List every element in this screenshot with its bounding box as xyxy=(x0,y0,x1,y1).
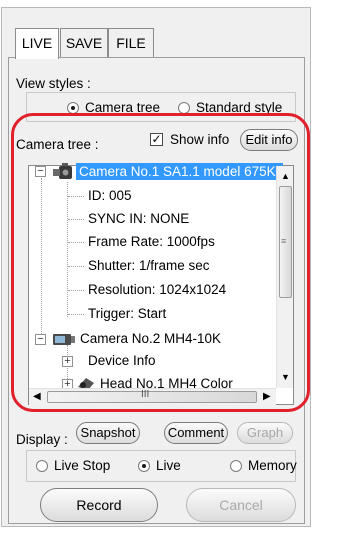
tab-file[interactable]: FILE xyxy=(108,28,154,58)
tree-node-camera2[interactable]: Camera No.2 MH4-10K xyxy=(80,331,221,346)
scroll-left-arrow-icon[interactable]: ◀ xyxy=(33,391,41,402)
view-styles-label: View styles : xyxy=(16,76,91,91)
tab-save[interactable]: SAVE xyxy=(60,28,108,58)
scroll-grip-label: III xyxy=(141,389,150,400)
tree-node-resolution[interactable]: Resolution: 1024x1024 xyxy=(88,282,226,297)
scroll-up-arrow-icon[interactable]: ▲ xyxy=(281,171,290,181)
camera-tree-option-label[interactable]: Camera tree xyxy=(85,100,160,115)
collapse-camera2-toggle[interactable]: − xyxy=(35,334,46,345)
standard-style-option-label[interactable]: Standard style xyxy=(196,100,282,115)
tree-horizontal-scroll-thumb[interactable] xyxy=(47,391,257,403)
memory-radio[interactable] xyxy=(230,460,242,472)
live-radio[interactable] xyxy=(138,460,150,472)
camera-tree-label: Camera tree : xyxy=(16,137,99,152)
live-stop-label[interactable]: Live Stop xyxy=(54,458,110,473)
standard-style-radio[interactable] xyxy=(178,102,190,114)
memory-label[interactable]: Memory xyxy=(248,458,297,473)
tree-node-id[interactable]: ID: 005 xyxy=(88,188,132,203)
cancel-button[interactable]: Cancel xyxy=(186,488,296,522)
comment-button[interactable]: Comment xyxy=(164,422,228,444)
show-info-checkbox[interactable]: ✓ xyxy=(150,133,163,146)
graph-button[interactable]: Graph xyxy=(237,422,293,444)
tree-line xyxy=(68,196,84,197)
tree-vertical-scrollbar[interactable]: ▲ ≡ ▼ xyxy=(276,166,293,388)
record-button[interactable]: Record xyxy=(40,488,158,522)
expand-device-info-toggle[interactable]: + xyxy=(62,356,73,367)
tree-horizontal-scrollbar[interactable]: ◀ III ▶ xyxy=(29,388,276,405)
display-label: Display : xyxy=(16,432,68,447)
show-info-label[interactable]: Show info xyxy=(170,132,229,147)
tree-line xyxy=(68,266,84,267)
tree-line xyxy=(41,178,42,338)
tree-node-sync[interactable]: SYNC IN: NONE xyxy=(88,211,189,226)
live-stop-radio[interactable] xyxy=(36,460,48,472)
tree-node-camera1[interactable]: Camera No.1 SA1.1 model 675K- xyxy=(76,163,284,180)
grip-icon: ≡ xyxy=(281,236,287,246)
scroll-right-arrow-icon[interactable]: ▶ xyxy=(263,391,271,402)
tree-line xyxy=(68,242,84,243)
tree-line xyxy=(67,182,68,317)
tab-live[interactable]: LIVE xyxy=(15,28,59,59)
tree-line xyxy=(68,219,84,220)
tree-node-frame-rate[interactable]: Frame Rate: 1000fps xyxy=(88,234,215,249)
live-label[interactable]: Live xyxy=(156,458,181,473)
tree-node-trigger[interactable]: Trigger: Start xyxy=(88,306,166,321)
tree-node-device-info[interactable]: Device Info xyxy=(88,353,156,368)
tree-line xyxy=(68,314,84,315)
tree-node-shutter[interactable]: Shutter: 1/frame sec xyxy=(88,258,210,273)
collapse-camera1-toggle[interactable]: − xyxy=(35,166,46,177)
edit-info-button[interactable]: Edit info xyxy=(240,129,298,151)
snapshot-button[interactable]: Snapshot xyxy=(76,422,140,444)
camera-tree-radio[interactable] xyxy=(67,102,79,114)
camera-icon xyxy=(52,163,74,184)
scroll-down-arrow-icon[interactable]: ▼ xyxy=(281,372,290,382)
tree-line xyxy=(68,290,84,291)
camera-icon xyxy=(52,331,76,350)
